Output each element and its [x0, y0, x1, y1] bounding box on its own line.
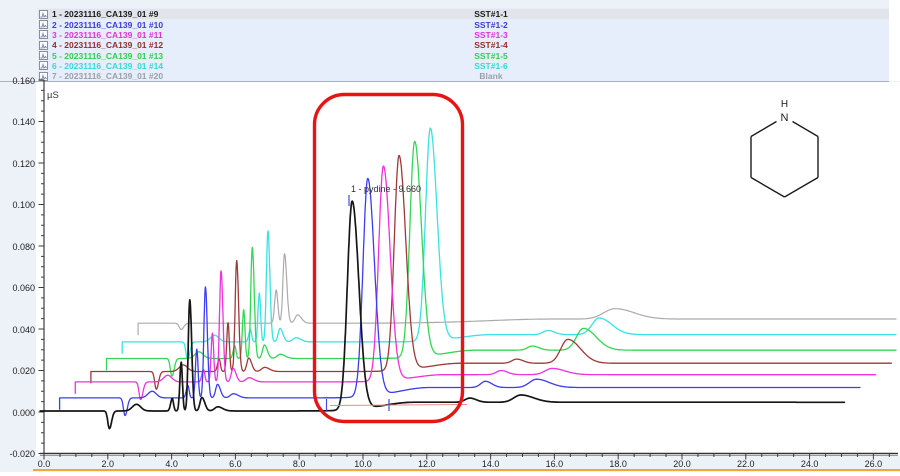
piperidine-structure: NH — [751, 99, 818, 197]
accent-line — [33, 469, 900, 471]
peak-annotation-label: 1 - pydine - 9.660 — [351, 184, 421, 194]
nitrogen-atom-label: N — [781, 112, 789, 124]
hydrogen-atom-label: H — [781, 99, 788, 110]
bottom-strip — [0, 472, 900, 476]
chromatogram-trace-1[interactable] — [40, 201, 844, 429]
chromatography-overlay-window: 1 - 20231116_CA139_01 #9SST#1-12 - 20231… — [0, 0, 900, 476]
integration-baseline — [330, 405, 467, 406]
chromatogram-trace-6[interactable] — [122, 128, 896, 359]
chromatogram-plot[interactable]: NH — [0, 0, 900, 476]
highlight-annotation-box — [315, 95, 463, 422]
